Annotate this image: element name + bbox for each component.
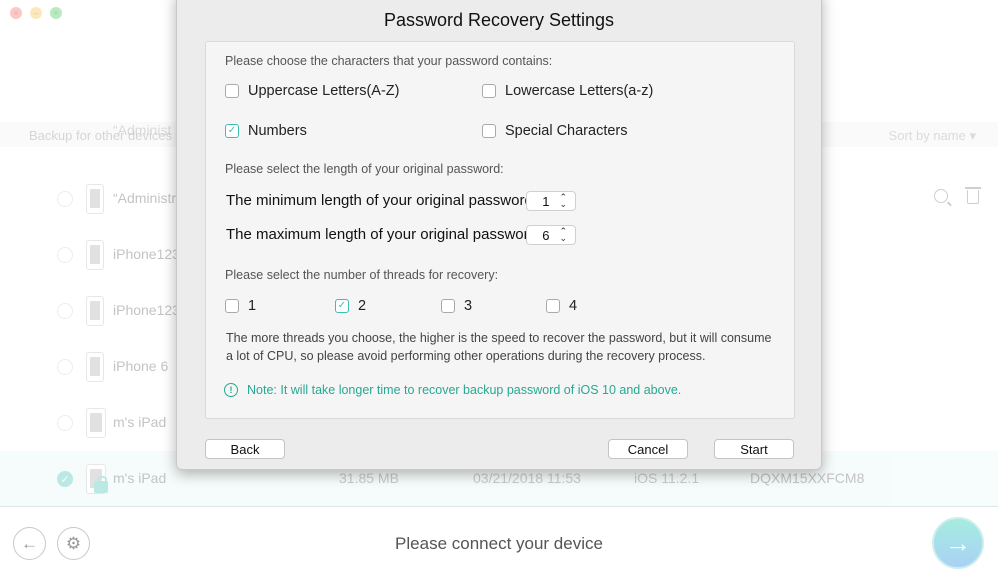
thread-4-checkbox[interactable]: 4 [546,298,577,314]
checkbox-box[interactable] [482,84,496,98]
close-window-button[interactable]: × [10,7,22,19]
device-name: “Administ [113,122,172,138]
max-length-row: The maximum length of your original pass… [226,226,537,243]
row-radio-checked[interactable]: ✓ [57,471,73,487]
search-icon[interactable] [934,189,948,203]
row-radio[interactable] [57,191,73,207]
checkbox-box-checked[interactable]: ✓ [225,124,239,138]
checkbox-label: Special Characters [505,123,628,139]
exclamation-circle-icon: ! [224,383,238,397]
checkbox-label: 3 [464,298,473,314]
checkbox-box[interactable] [441,299,455,313]
dialog-title: Password Recovery Settings [383,10,615,30]
lock-icon [94,476,108,493]
window-controls: × – + [10,7,62,19]
dialog-cancel-button[interactable]: Cancel [608,439,688,459]
checkbox-box[interactable] [225,84,239,98]
checkbox-box-checked[interactable]: ✓ [335,299,349,313]
maximize-window-button[interactable]: + [50,7,62,19]
min-length-stepper[interactable]: 1 ⌃ ⌄ [526,191,576,211]
iphone-icon [86,184,104,214]
connection-status: Please connect your device [395,534,603,553]
stepper-arrows-icon[interactable]: ⌃ ⌄ [559,193,567,209]
special-characters-checkbox[interactable]: Special Characters [482,123,628,139]
device-name: iPhone 6 [113,358,169,374]
backup-date: 03/21/2018 11:53 [473,470,581,486]
stepper-arrows-icon[interactable]: ⌃ ⌄ [559,227,567,243]
serial-number: DQXM15XXFCM8 [750,470,865,486]
dialog-start-button[interactable]: Start [714,439,794,459]
threads-info-text: The more threads you choose, the higher … [226,331,772,363]
footer-bar: ← ⚙ Please connect your device → [0,506,998,577]
device-name: “Administra [113,190,184,206]
thread-2-checkbox[interactable]: ✓ 2 [335,298,366,314]
row-radio[interactable] [57,247,73,263]
length-section-label: Please select the length of your origina… [225,162,504,176]
row-radio[interactable] [57,359,73,375]
settings-panel: Please choose the characters that your p… [205,41,795,419]
device-name: m's iPad [113,414,167,430]
password-recovery-dialog: Password Recovery Settings Please choose… [176,0,822,470]
iphone-icon [86,352,104,382]
iphone-icon [86,296,104,326]
lowercase-checkbox[interactable]: Lowercase Letters(a-z) [482,83,653,99]
row-radio[interactable] [57,303,73,319]
checkbox-label: Numbers [248,123,307,139]
numbers-checkbox[interactable]: ✓ Numbers [225,123,307,139]
min-length-value: 1 [542,193,550,209]
min-length-row: The minimum length of your original pass… [226,192,533,209]
checkbox-box[interactable] [225,299,239,313]
next-button[interactable]: → [932,517,984,569]
max-length-stepper[interactable]: 6 ⌃ ⌄ [526,225,576,245]
max-length-label: The maximum length of your original pass… [226,226,537,243]
note-text: Note: It will take longer time to recove… [247,383,682,397]
minimize-window-button[interactable]: – [30,7,42,19]
checkbox-label: Lowercase Letters(a-z) [505,83,654,99]
thread-3-checkbox[interactable]: 3 [441,298,472,314]
checkbox-label: 4 [569,298,578,314]
device-name: iPhone123 [113,246,180,262]
device-name: iPhone123 [113,302,180,318]
uppercase-checkbox[interactable]: Uppercase Letters(A-Z) [225,83,400,99]
trash-icon[interactable] [965,187,981,204]
checkbox-label: 2 [358,298,367,314]
dialog-back-button[interactable]: Back [205,439,285,459]
ios-version: iOS 11.2.1 [634,470,700,486]
max-length-value: 6 [542,227,550,243]
min-length-label: The minimum length of your original pass… [226,192,533,209]
checkbox-label: 1 [248,298,257,314]
threads-section-label: Please select the number of threads for … [225,268,499,282]
backup-size: 31.85 MB [339,470,399,486]
iphone-icon [86,240,104,270]
device-name: m's iPad [113,470,167,486]
ios10-note: ! Note: It will take longer time to reco… [224,383,681,397]
checkbox-box[interactable] [482,124,496,138]
checkbox-box[interactable] [546,299,560,313]
row-radio[interactable] [57,415,73,431]
thread-1-checkbox[interactable]: 1 [225,298,256,314]
characters-section-label: Please choose the characters that your p… [225,54,553,68]
app-window: × – + Backup for other devices Sort by n… [0,0,998,577]
ipad-icon [86,408,106,438]
checkbox-label: Uppercase Letters(A-Z) [248,83,400,99]
arrow-right-icon: → [945,527,971,558]
